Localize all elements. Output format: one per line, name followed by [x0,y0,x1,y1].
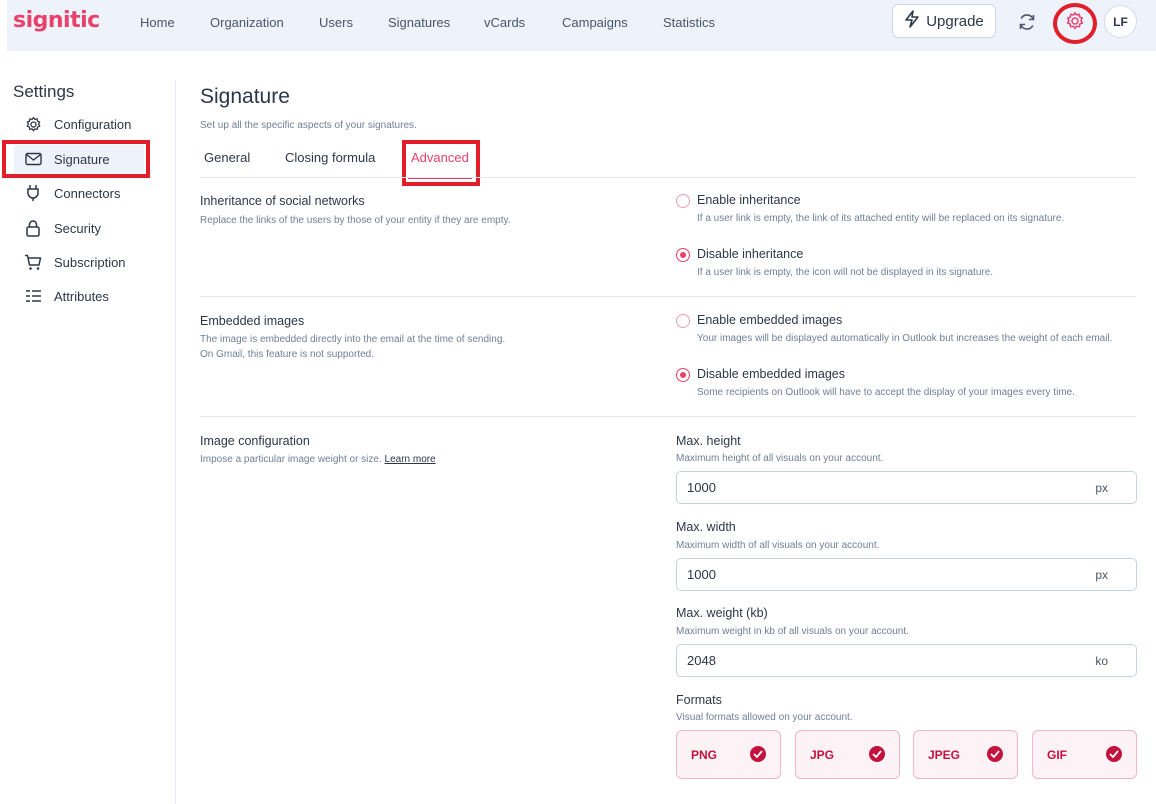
format-label: JPG [810,748,835,762]
max-width-help: Maximum width of all visuals on your acc… [676,540,880,551]
radio-help: Your images will be displayed automatica… [697,333,1113,344]
upgrade-button[interactable]: Upgrade [892,4,996,38]
gear-icon [23,114,43,134]
format-gif-toggle[interactable]: GIF [1032,730,1137,779]
cart-icon [23,252,43,272]
nav-campaigns[interactable]: Campaigns [562,15,628,30]
sidebar-item-label: Connectors [54,185,121,201]
enable-inheritance-radio[interactable] [676,194,690,208]
sidebar-item-label: Security [54,220,101,236]
learn-more-link[interactable]: Learn more [385,454,436,465]
max-weight-help: Maximum weight in kb of all visuals on y… [676,626,909,637]
max-weight-label: Max. weight (kb) [676,606,768,620]
settings-gear-button[interactable] [1053,3,1097,44]
check-icon [1106,746,1122,762]
max-weight-field[interactable]: ko [676,644,1137,677]
nav-vcards[interactable]: vCards [484,15,525,30]
max-height-field[interactable]: px [676,471,1137,504]
sidebar-item-label: Configuration [54,116,132,132]
sidebar-title: Settings [13,82,75,101]
image-config-desc-text: Impose a particular image weight or size… [200,454,382,465]
sidebar-item-configuration[interactable]: Configuration [14,110,144,138]
disable-inheritance-radio[interactable] [676,248,690,262]
unit-label: px [1095,568,1108,582]
tabs-divider [200,177,1136,178]
sidebar-item-connectors[interactable]: Connectors [14,179,144,207]
nav-organization[interactable]: Organization [210,15,284,30]
nav-signatures[interactable]: Signatures [388,15,450,30]
max-width-label: Max. width [676,520,736,534]
check-icon [987,746,1003,762]
unit-label: px [1095,481,1108,495]
format-png-toggle[interactable]: PNG [676,730,781,779]
sidebar-item-attributes[interactable]: Attributes [14,282,144,310]
section-desc-inheritance: Replace the links of the users by those … [200,215,511,226]
format-jpeg-toggle[interactable]: JPEG [913,730,1018,779]
max-width-field[interactable]: px [676,558,1137,591]
section-desc-image-configuration: Impose a particular image weight or size… [200,452,436,467]
format-label: JPEG [928,748,961,762]
tab-closing-formula[interactable]: Closing formula [285,150,375,165]
advanced-tab-highlight-box [402,140,480,186]
lightning-icon [904,10,920,32]
enable-embedded-images-radio[interactable] [676,314,690,328]
radio-help: If a user link is empty, the link of its… [697,213,1065,224]
signature-highlight-box [2,140,150,178]
top-navigation-bar: signitic Home Organization Users Signatu… [7,0,1156,51]
max-height-input[interactable] [687,480,1067,495]
tab-general[interactable]: General [204,150,250,165]
section-title-embedded-images: Embedded images [200,314,305,328]
radio-help: Some recipients on Outlook will have to … [697,387,1075,398]
section-title-image-configuration: Image configuration [200,434,310,448]
section-divider [200,296,1136,297]
radio-help: If a user link is empty, the icon will n… [697,267,994,278]
sidebar-item-security[interactable]: Security [14,214,144,242]
radio-label: Disable inheritance [697,247,804,261]
sidebar-divider [175,80,176,804]
max-width-input[interactable] [687,567,1067,582]
lock-icon [23,218,43,238]
nav-statistics[interactable]: Statistics [663,15,715,30]
signitic-logo[interactable]: signitic [13,8,100,33]
format-label: PNG [691,748,718,762]
section-divider [200,416,1136,417]
format-jpg-toggle[interactable]: JPG [795,730,900,779]
section-desc-embedded-images-2: On Gmail, this feature is not supported. [200,349,374,360]
sidebar-item-label: Attributes [54,288,109,304]
upgrade-label: Upgrade [926,12,984,30]
plug-icon [23,183,43,203]
check-icon [750,746,766,762]
sidebar-item-subscription[interactable]: Subscription [14,248,144,276]
page-subtitle: Set up all the specific aspects of your … [200,120,417,131]
max-height-help: Maximum height of all visuals on your ac… [676,453,884,464]
sidebar-item-label: Subscription [54,254,126,270]
gear-icon [1065,11,1085,36]
radio-label: Disable embedded images [697,367,846,381]
refresh-icon[interactable] [1014,9,1040,35]
formats-label: Formats [676,693,722,707]
unit-label: ko [1095,654,1108,668]
radio-label: Enable embedded images [697,313,843,327]
nav-home[interactable]: Home [140,15,175,30]
max-weight-input[interactable] [687,653,1067,668]
max-height-label: Max. height [676,434,741,448]
user-avatar[interactable]: LF [1104,5,1137,38]
section-title-inheritance: Inheritance of social networks [200,194,365,208]
radio-label: Enable inheritance [697,193,801,207]
disable-embedded-images-radio[interactable] [676,368,690,382]
list-icon [23,286,43,306]
format-label: GIF [1047,748,1067,762]
check-icon [869,746,885,762]
formats-help: Visual formats allowed on your account. [676,712,853,723]
section-desc-embedded-images: The image is embedded directly into the … [200,334,506,345]
nav-users[interactable]: Users [319,15,353,30]
page-title: Signature [200,85,290,108]
